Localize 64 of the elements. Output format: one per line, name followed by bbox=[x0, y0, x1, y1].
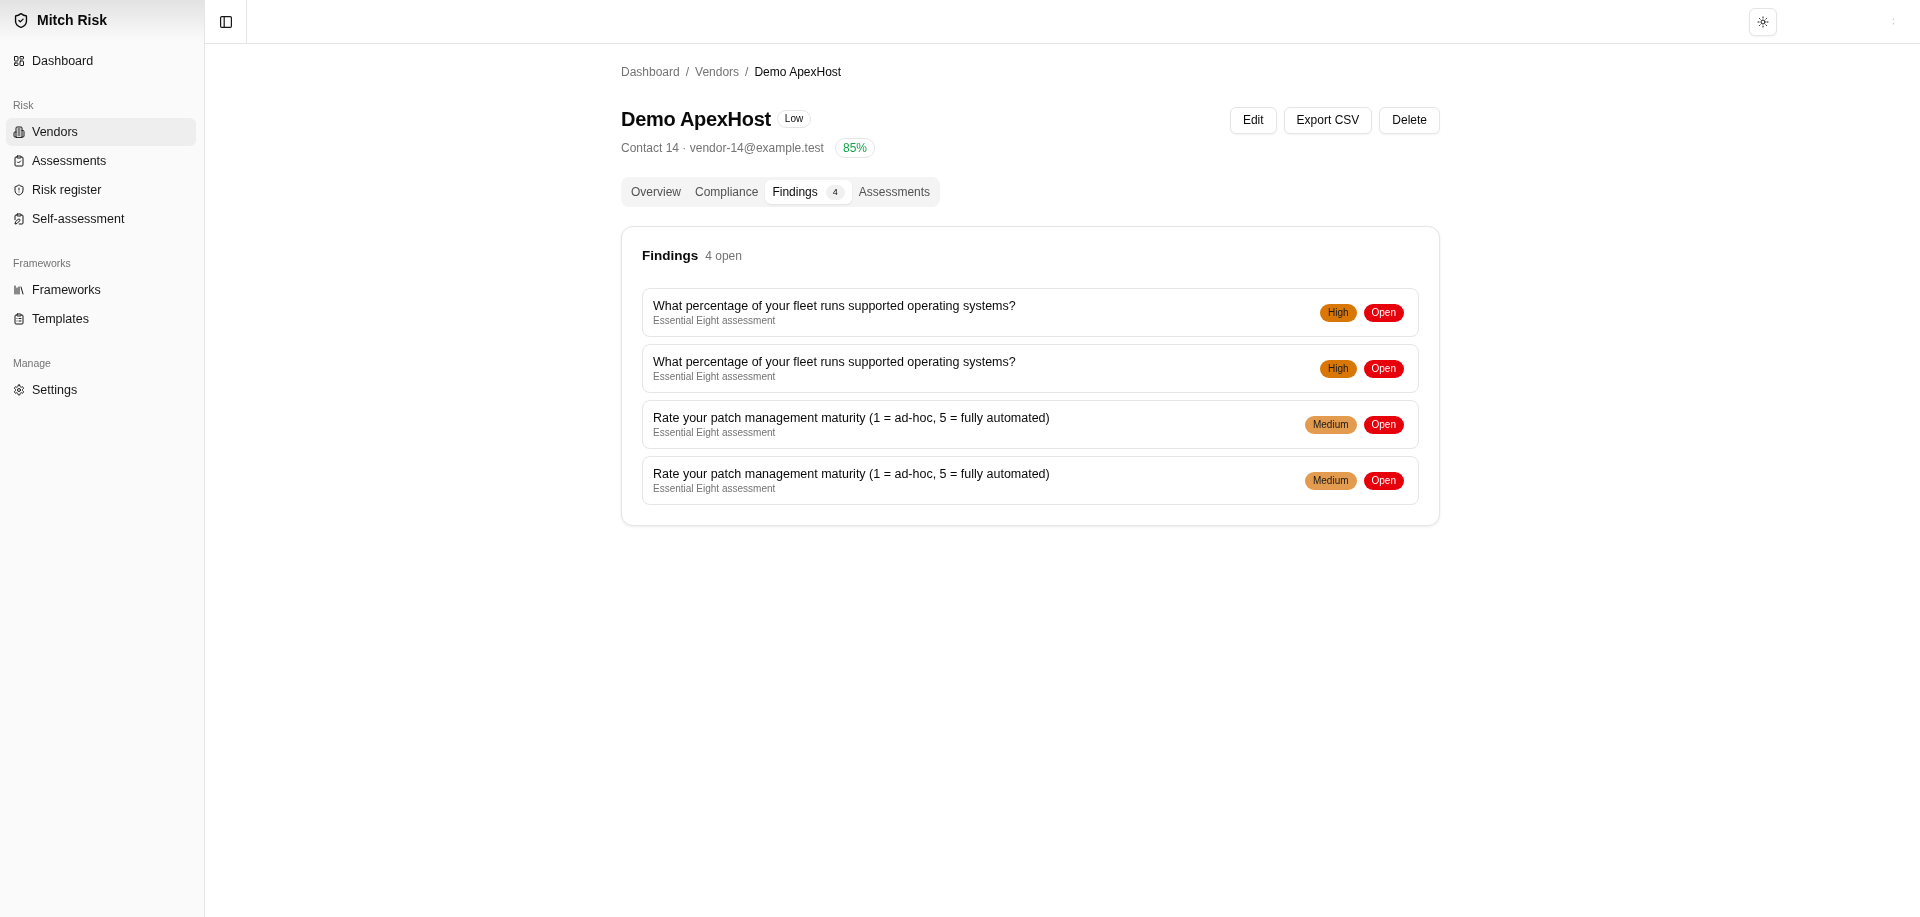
tab-label: Findings bbox=[772, 184, 818, 200]
action-button[interactable]: Delete bbox=[1379, 107, 1440, 134]
finding-row[interactable]: Rate your patch management maturity (1 = ad-hoc, 5 = fully automated) Essential Eight assessment Medium Open bbox=[642, 400, 1419, 449]
sidebar-item[interactable]: Vendors bbox=[6, 118, 196, 146]
brand-name: Mitch Risk bbox=[37, 11, 107, 29]
sidebar-item[interactable]: Assessments bbox=[6, 147, 196, 175]
finding-source: Essential Eight assessment bbox=[653, 370, 777, 383]
findings-heading: Findings bbox=[642, 247, 699, 265]
status-tag: Open bbox=[1363, 303, 1404, 322]
books-icon bbox=[13, 284, 25, 296]
panel-icon bbox=[219, 15, 232, 28]
status-tag: Open bbox=[1363, 471, 1404, 490]
theme-toggle-button[interactable] bbox=[1749, 7, 1777, 36]
action-button[interactable]: Edit bbox=[1229, 107, 1277, 134]
finding-source: Essential Eight assessment bbox=[653, 482, 777, 495]
sidebar-section-heading: Risk bbox=[13, 98, 34, 113]
finding-question: What percentage of your fleet runs supported operating systems? bbox=[653, 298, 1016, 314]
breadcrumb-separator: / bbox=[685, 64, 690, 80]
breadcrumb-separator: / bbox=[745, 64, 749, 80]
sun-icon bbox=[1757, 15, 1769, 28]
sidebar-item[interactable]: Dashboard bbox=[6, 47, 196, 75]
risk-tier-tag: Low bbox=[776, 110, 812, 128]
tab[interactable]: Overview bbox=[624, 180, 688, 204]
tab[interactable]: Assessments bbox=[851, 180, 938, 204]
tab[interactable]: Compliance bbox=[688, 180, 766, 204]
sidebar-item[interactable]: Frameworks bbox=[6, 276, 196, 304]
sidebar-section-heading: Frameworks bbox=[13, 256, 71, 271]
finding-question: Rate your patch management maturity (1 = ad-hoc, 5 = fully automated) bbox=[653, 410, 1050, 426]
dashboard-grid-icon bbox=[13, 55, 25, 67]
finding-question: What percentage of your fleet runs supported operating systems? bbox=[653, 354, 1016, 370]
clipboard-check-icon bbox=[13, 155, 25, 167]
severity-tag: Medium bbox=[1304, 415, 1357, 434]
action-button[interactable]: Export CSV bbox=[1283, 107, 1373, 134]
breadcrumb-link[interactable]: Dashboard bbox=[621, 64, 680, 80]
vendor-name: Demo ApexHost bbox=[621, 107, 771, 132]
breadcrumb-link[interactable]: Vendors bbox=[695, 64, 740, 80]
tab[interactable]: Findings 4 bbox=[765, 180, 852, 204]
sidebar-item[interactable]: Self-assessment bbox=[6, 205, 196, 233]
severity-tag: High bbox=[1319, 303, 1357, 322]
tab-count: 4 bbox=[825, 184, 845, 200]
finding-source: Essential Eight assessment bbox=[653, 314, 777, 327]
sidebar-item[interactable]: Risk register bbox=[6, 176, 196, 204]
breadcrumb-current: Demo ApexHost bbox=[754, 64, 842, 80]
sidebar-item[interactable]: Templates bbox=[6, 305, 196, 333]
vendor-contact: Contact 14 · vendor-14@example.test bbox=[621, 140, 824, 157]
settings-icon bbox=[13, 384, 25, 396]
finding-question: Rate your patch management maturity (1 = ad-hoc, 5 = fully automated) bbox=[653, 466, 1050, 482]
finding-row[interactable]: What percentage of your fleet runs supported operating systems? Essential Eight assessment High Open bbox=[642, 288, 1419, 337]
score-tag: 85% bbox=[834, 138, 875, 158]
finding-row[interactable]: Rate your patch management maturity (1 = ad-hoc, 5 = fully automated) Essential Eight assessment Medium Open bbox=[642, 456, 1419, 505]
status-tag: Open bbox=[1363, 359, 1404, 378]
clipboard-list-icon bbox=[13, 313, 25, 325]
sidebar-item[interactable]: Settings bbox=[6, 376, 196, 404]
sidebar-section-heading: Manage bbox=[13, 356, 51, 371]
finding-row[interactable]: What percentage of your fleet runs supported operating systems? Essential Eight assessment High Open bbox=[642, 344, 1419, 393]
open-count: 4 open bbox=[705, 248, 742, 265]
shield-check-icon bbox=[14, 12, 28, 28]
shield-alert-icon bbox=[13, 184, 25, 196]
status-tag: Open bbox=[1363, 415, 1404, 434]
severity-tag: Medium bbox=[1304, 471, 1357, 490]
building-icon bbox=[13, 126, 25, 138]
finding-source: Essential Eight assessment bbox=[653, 426, 777, 439]
clipboard-pen-icon bbox=[13, 213, 25, 225]
severity-tag: High bbox=[1319, 359, 1357, 378]
